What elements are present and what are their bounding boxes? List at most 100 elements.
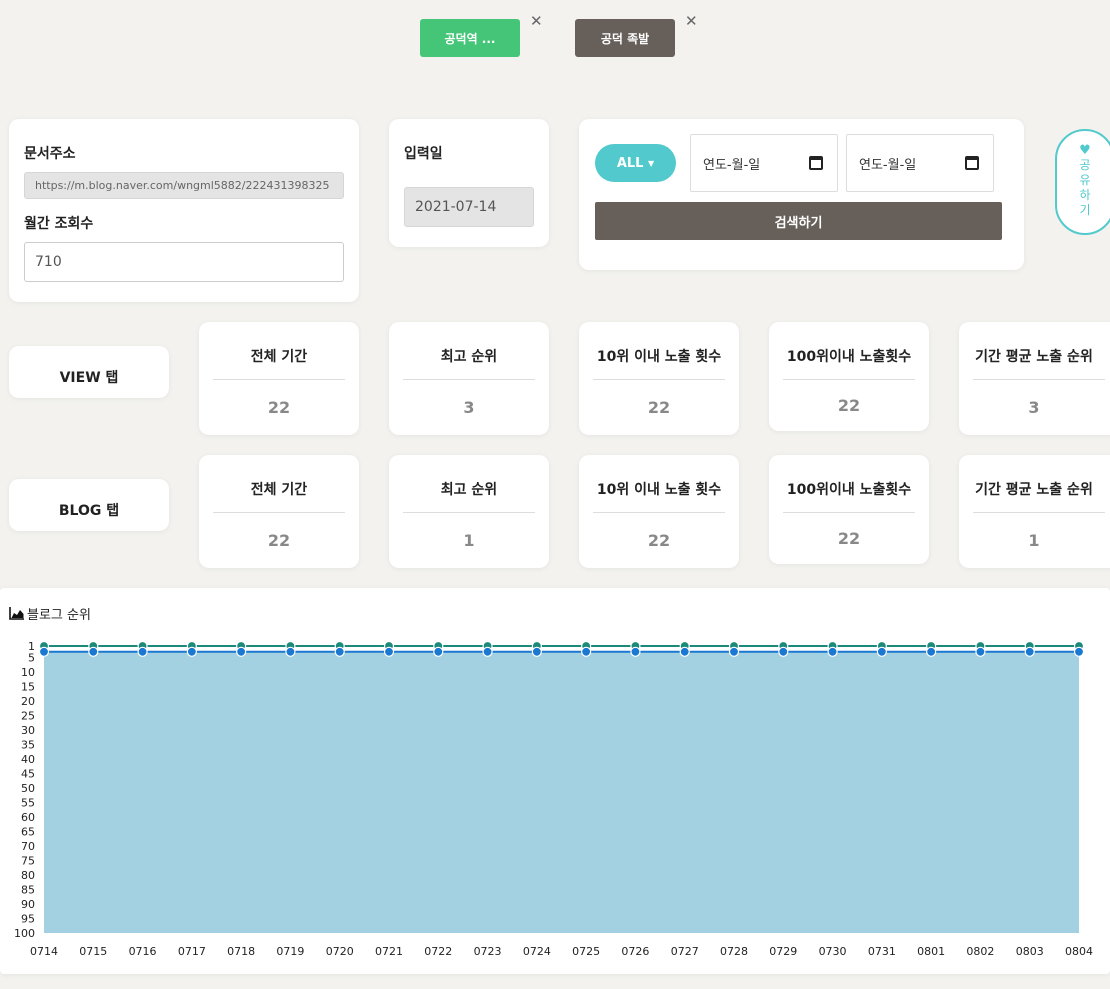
url-label: 문서주소	[24, 146, 76, 162]
share-button[interactable]: ♥ 공 유 하 기	[1055, 129, 1110, 235]
stat-value: 3	[463, 398, 475, 417]
x-tick-label: 0714	[30, 945, 58, 958]
series-point	[1073, 646, 1085, 657]
views-label: 월간 조회수	[24, 216, 94, 232]
stat-value: 22	[647, 398, 671, 417]
stat-title: 10위 이내 노출 횟수	[596, 349, 722, 365]
start-date-input[interactable]: 연도-월-일	[690, 134, 838, 192]
entry-date-card: 입력일 2021-07-14	[389, 119, 549, 247]
end-date-input[interactable]: 연도-월-일	[846, 134, 994, 192]
series-point	[975, 646, 986, 657]
document-card: 문서주소 https://m.blog.naver.com/wngml5882/…	[9, 119, 359, 302]
entry-date-label: 입력일	[404, 146, 443, 162]
x-tick-label: 0725	[572, 945, 600, 958]
series-point	[88, 646, 99, 657]
y-tick-label: 40	[21, 753, 35, 766]
calendar-icon[interactable]	[965, 156, 979, 170]
stat-title: 전체 기간	[250, 349, 308, 365]
x-tick-label: 0718	[227, 945, 255, 958]
series-point	[728, 646, 740, 657]
y-tick-label: 30	[21, 724, 35, 737]
series-point	[679, 646, 690, 657]
y-tick-label: 35	[21, 739, 35, 752]
x-tick-label: 0719	[276, 945, 304, 958]
end-date-placeholder: 연도-월-일	[859, 157, 917, 173]
all-filter-button[interactable]: ALL ▼	[595, 144, 676, 182]
caret-down-icon: ▼	[648, 158, 655, 168]
x-tick-label: 0722	[424, 945, 452, 958]
heart-icon: ♥	[1079, 143, 1091, 158]
stat-value: 22	[267, 398, 291, 417]
rank-chart: 1510152025303540455055606570758085909510…	[14, 640, 1093, 958]
x-tick-label: 0803	[1016, 945, 1044, 958]
stat-card: 10위 이내 노출 횟수 22	[579, 455, 739, 568]
x-tick-label: 0729	[769, 945, 797, 958]
y-tick-label: 75	[21, 855, 35, 868]
view-tab-label: VIEW 탭	[9, 346, 169, 398]
y-tick-label: 20	[21, 695, 35, 708]
stat-value: 1	[463, 531, 475, 550]
stat-card: 전체 기간 22	[199, 322, 359, 435]
stat-card: 100위이내 노출횟수 22	[769, 455, 929, 564]
stat-card: 최고 순위 1	[389, 455, 549, 568]
tag-button-1[interactable]: 공덕역 ...	[420, 19, 520, 57]
series-point	[334, 646, 345, 657]
series-point	[827, 646, 838, 657]
stat-value: 3	[1028, 398, 1040, 417]
stat-card: 전체 기간 22	[199, 455, 359, 568]
area-fill	[44, 651, 1079, 933]
stat-title: 100위이내 노출횟수	[786, 482, 912, 498]
share-char: 기	[1079, 203, 1091, 217]
stat-card: 10위 이내 노출 횟수 22	[579, 322, 739, 435]
series-point	[38, 646, 50, 657]
stat-title: 최고 순위	[440, 482, 498, 498]
series-point	[581, 646, 592, 657]
y-tick-label: 65	[21, 826, 35, 839]
stat-title: 기간 평균 노출 순위	[975, 349, 1093, 365]
x-tick-label: 0727	[671, 945, 699, 958]
y-tick-label: 95	[21, 913, 35, 926]
x-tick-label: 0730	[819, 945, 847, 958]
stat-title: 최고 순위	[440, 349, 498, 365]
stat-value: 22	[647, 531, 671, 550]
y-tick-label: 55	[21, 797, 35, 810]
y-tick-label: 5	[28, 652, 35, 665]
url-field: https://m.blog.naver.com/wngml5882/22243…	[24, 172, 344, 199]
y-tick-label: 45	[21, 768, 35, 781]
stat-value: 22	[837, 396, 861, 415]
y-tick-label: 25	[21, 710, 35, 723]
series-point	[137, 646, 148, 657]
series-point	[630, 646, 641, 657]
stat-card: 최고 순위 3	[389, 322, 549, 435]
y-tick-label: 50	[21, 782, 35, 795]
x-tick-label: 0804	[1065, 945, 1093, 958]
stat-title: 100위이내 노출횟수	[786, 349, 912, 365]
series-point	[186, 646, 197, 657]
stat-value: 22	[267, 531, 291, 550]
x-tick-label: 0720	[326, 945, 354, 958]
close-icon[interactable]: ✕	[685, 12, 698, 30]
search-button[interactable]: 검색하기	[595, 202, 1002, 240]
series-point	[1024, 646, 1035, 657]
series-point	[285, 646, 296, 657]
x-tick-label: 0723	[474, 945, 502, 958]
y-tick-label: 80	[21, 869, 35, 882]
close-icon[interactable]: ✕	[530, 12, 543, 30]
y-tick-label: 100	[14, 927, 35, 940]
x-tick-label: 0801	[917, 945, 945, 958]
y-tick-label: 15	[21, 681, 35, 694]
series-point	[778, 646, 789, 657]
y-tick-label: 85	[21, 884, 35, 897]
stat-title: 기간 평균 노출 순위	[975, 482, 1093, 498]
tag-button-2[interactable]: 공덕 족발	[575, 19, 675, 57]
stat-card: 기간 평균 노출 순위 1	[959, 455, 1110, 568]
series-point	[531, 646, 542, 657]
stat-card: 100위이내 노출횟수 22	[769, 322, 929, 431]
entry-date-field: 2021-07-14	[404, 187, 534, 227]
calendar-icon[interactable]	[809, 156, 823, 170]
stat-card: 기간 평균 노출 순위 3	[959, 322, 1110, 435]
y-tick-label: 90	[21, 898, 35, 911]
views-field[interactable]: 710	[24, 242, 344, 282]
share-char: 유	[1079, 173, 1091, 187]
y-tick-label: 10	[21, 666, 35, 679]
